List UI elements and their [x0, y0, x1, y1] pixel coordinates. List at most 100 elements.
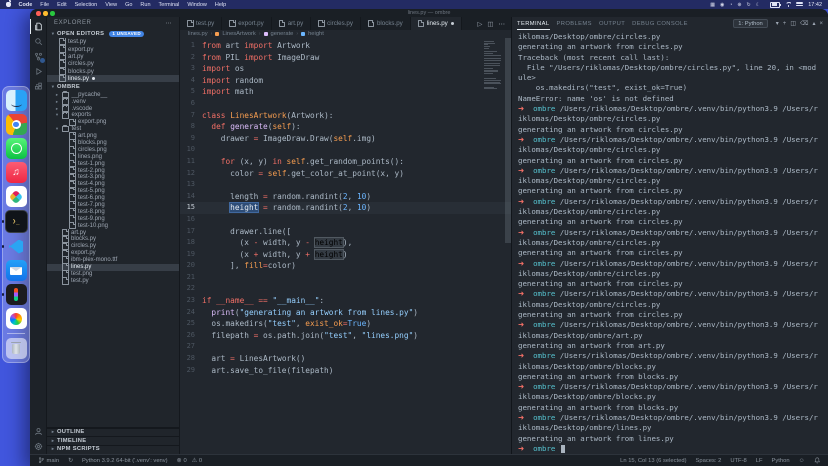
tree-item-circles.png[interactable]: circles.png [47, 146, 179, 153]
menu-item-file[interactable]: File [40, 2, 49, 8]
more-actions-button[interactable]: ⋯ [499, 20, 506, 28]
tree-item-test-4.png[interactable]: test-4.png [47, 181, 179, 188]
tree-item-exports[interactable]: ▾exports [47, 112, 179, 119]
figma-icon[interactable] [6, 284, 27, 305]
code-editor[interactable]: 1from art import Artwork2from PIL import… [180, 38, 511, 454]
open-editor-item-export.py[interactable]: export.py [47, 45, 179, 52]
dropdown-caret-icon[interactable]: ▾ [776, 21, 779, 27]
sidebar-more-actions-icon[interactable]: ⋯ [165, 20, 172, 27]
clock-icon[interactable]: ◔ [729, 2, 732, 8]
menu-item-go[interactable]: Go [125, 2, 132, 8]
panel-tab-terminal[interactable]: TERMINAL [517, 17, 550, 30]
extensions-icon[interactable] [30, 79, 46, 94]
terminal-output[interactable]: iklomas/Desktop/ombre/circles.pygenerati… [512, 30, 828, 454]
tree-item-lines.png[interactable]: lines.png [47, 153, 179, 160]
apple-menu-icon[interactable] [6, 2, 11, 7]
breadcrumb[interactable]: lines.py›LinesArtwork›generate›height [180, 30, 511, 38]
menu-clock[interactable]: 17:42 [808, 2, 822, 8]
problems-indicator[interactable]: ⊗0 ⚠0 [177, 458, 203, 464]
wifi-icon[interactable] [785, 2, 791, 7]
tree-item-.vscode[interactable]: ▸.vscode [47, 105, 179, 112]
tree-item-test-9.png[interactable]: test-9.png [47, 215, 179, 222]
tree-item-__pycache__[interactable]: ▸__pycache__ [47, 91, 179, 98]
trash-icon[interactable] [6, 338, 27, 359]
sync-icon[interactable]: ↻ [747, 2, 751, 8]
git-branch-indicator[interactable]: main [38, 457, 59, 464]
chrome-icon[interactable] [6, 114, 27, 135]
tree-item-test-1.png[interactable]: test-1.png [47, 160, 179, 167]
open-editor-item-art.py[interactable]: art.py [47, 53, 179, 60]
open-editors-header[interactable]: ▾ OPEN EDITORS 1 UNSAVED [47, 29, 179, 38]
workspace-root-header[interactable]: ▾ OMBRE [47, 82, 179, 91]
menu-item-window[interactable]: Window [187, 2, 207, 8]
focus-moon-icon[interactable]: ☾ [756, 2, 760, 8]
finder-icon[interactable] [6, 90, 27, 111]
menu-item-view[interactable]: View [105, 2, 117, 8]
tree-item-test.py[interactable]: test.py [47, 277, 179, 284]
tab-circles.py[interactable]: circles.py [311, 17, 361, 30]
tree-item-.venv[interactable]: ▸.venv [47, 98, 179, 105]
tab-lines.py[interactable]: lines.py [411, 17, 462, 30]
new-terminal-icon[interactable]: + [783, 21, 787, 27]
music-icon[interactable] [6, 162, 27, 183]
settings-gear-icon[interactable] [30, 439, 46, 454]
tree-item-test-7.png[interactable]: test-7.png [47, 202, 179, 209]
sync-changes-button[interactable]: ↻ [68, 458, 73, 464]
tree-item-test-2.png[interactable]: test-2.png [47, 167, 179, 174]
title-bar[interactable]: lines.py — ombre [30, 9, 828, 17]
tab-blocks.py[interactable]: blocks.py [361, 17, 411, 30]
tree-item-test-3.png[interactable]: test-3.png [47, 174, 179, 181]
run-debug-icon[interactable] [30, 64, 46, 79]
tree-item-test-8.png[interactable]: test-8.png [47, 208, 179, 215]
open-editor-item-blocks.py[interactable]: blocks.py [47, 68, 179, 75]
search-icon[interactable] [30, 34, 46, 49]
editor-scrollbar[interactable] [505, 38, 511, 243]
kill-terminal-icon[interactable]: ⌫ [800, 21, 808, 27]
tree-item-circles.py[interactable]: circles.py [47, 243, 179, 250]
slack-icon[interactable] [6, 186, 27, 207]
tab-test.py[interactable]: test.py [180, 17, 222, 30]
feedback-icon[interactable]: ☺ [799, 458, 805, 464]
section-timeline[interactable]: ▸TIMELINE [47, 436, 179, 445]
split-editor-button[interactable]: ◫ [487, 20, 493, 28]
vscode-icon[interactable] [6, 236, 27, 257]
close-panel-icon[interactable]: × [819, 21, 823, 27]
open-editor-item-test.py[interactable]: test.py [47, 38, 179, 45]
open-editor-item-lines.py[interactable]: lines.py [47, 75, 179, 82]
eol-indicator[interactable]: LF [756, 458, 763, 464]
menu-item-edit[interactable]: Edit [57, 2, 66, 8]
screen-record-icon[interactable]: ◉ [720, 2, 724, 8]
tree-item-test[interactable]: ▾test [47, 126, 179, 133]
extras-icon[interactable]: ⊕ [737, 2, 741, 8]
breadcrumb-item-height[interactable]: height [308, 31, 324, 37]
menu-item-help[interactable]: Help [215, 2, 226, 8]
breadcrumb-item-LinesArtwork[interactable]: LinesArtwork [222, 31, 256, 37]
notifications-bell-icon[interactable] [814, 457, 821, 464]
cursor-position-indicator[interactable]: Ln 15, Col 13 (6 selected) [620, 458, 686, 464]
panel-tab-debug-console[interactable]: DEBUG CONSOLE [632, 17, 688, 30]
menu-item-run[interactable]: Run [140, 2, 150, 8]
breadcrumb-item-lines.py[interactable]: lines.py [188, 31, 208, 37]
section-outline[interactable]: ▸OUTLINE [47, 428, 179, 437]
tree-item-test-5.png[interactable]: test-5.png [47, 188, 179, 195]
stage-manager-icon[interactable]: ▦ [710, 2, 715, 8]
whatsapp-icon[interactable] [6, 138, 27, 159]
panel-tab-output[interactable]: OUTPUT [599, 17, 625, 30]
tab-export.py[interactable]: export.py [222, 17, 271, 30]
panel-tab-problems[interactable]: PROBLEMS [557, 17, 592, 30]
mail-icon[interactable] [6, 260, 27, 281]
tree-item-blocks.png[interactable]: blocks.png [47, 140, 179, 147]
tree-item-test-6.png[interactable]: test-6.png [47, 195, 179, 202]
language-mode-indicator[interactable]: Python [772, 458, 790, 464]
terminal-selector[interactable]: 1: Python [733, 19, 768, 28]
explorer-icon[interactable] [30, 19, 46, 34]
tree-item-art.png[interactable]: art.png [47, 133, 179, 140]
split-terminal-icon[interactable]: ◫ [790, 21, 796, 27]
indentation-indicator[interactable]: Spaces: 2 [696, 458, 722, 464]
tab-art.py[interactable]: art.py [272, 17, 311, 30]
source-control-icon[interactable] [30, 49, 46, 64]
breadcrumb-item-generate[interactable]: generate [271, 31, 294, 37]
section-npm-scripts[interactable]: ▸NPM SCRIPTS [47, 445, 179, 454]
menu-item-selection[interactable]: Selection [75, 2, 98, 8]
maximize-panel-icon[interactable]: ▴ [812, 21, 815, 27]
